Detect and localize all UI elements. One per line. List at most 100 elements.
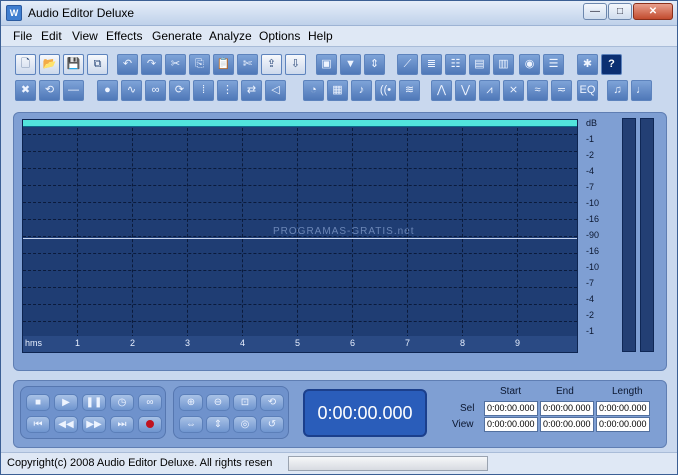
marker-button[interactable]: ⇕ — [364, 54, 385, 75]
settings-button[interactable]: ✱ — [577, 54, 598, 75]
time-display: 0:00:00.000 — [303, 389, 427, 437]
import-button[interactable]: ⇩ — [285, 54, 306, 75]
silence-button[interactable]: — — [63, 80, 84, 101]
speakers-button[interactable]: ♪ — [351, 80, 372, 101]
equalizer-button[interactable]: ≣ — [421, 54, 442, 75]
menu-edit[interactable]: Edit — [41, 29, 62, 43]
join-button[interactable]: ⋮ — [217, 80, 238, 101]
eq-button[interactable]: EQ — [577, 80, 598, 101]
redo-button[interactable]: ↷ — [141, 54, 162, 75]
fade-in-button[interactable]: ⋀ — [431, 80, 452, 101]
title-bar[interactable]: W Audio Editor Deluxe — □ ✕ — [1, 1, 677, 26]
stretch-button[interactable]: ≈ — [527, 80, 548, 101]
crop-button[interactable]: ▣ — [316, 54, 337, 75]
frame-button[interactable]: ▦ — [327, 80, 348, 101]
paste-button[interactable]: 📋 — [213, 54, 234, 75]
pitch-down-button[interactable]: ♩ — [631, 80, 652, 101]
zoom-horizontal-button[interactable]: ⇔ — [179, 416, 203, 433]
down-arrow-button[interactable]: ▼ — [340, 54, 361, 75]
db-tick-label: -1 — [586, 326, 595, 336]
zoom-full-button[interactable]: ⟲ — [260, 394, 284, 411]
db-tick-label: -4 — [586, 294, 595, 304]
go-start-button[interactable]: ⏮ — [26, 416, 50, 433]
echo-button[interactable]: ((• — [375, 80, 396, 101]
spectrum-button[interactable]: ▥ — [493, 54, 514, 75]
stop-button[interactable]: ■ — [26, 394, 50, 411]
help-button[interactable]: ? — [601, 54, 622, 75]
zoom-fit-button[interactable]: ◎ — [233, 416, 257, 433]
cd-button[interactable]: ◉ — [519, 54, 540, 75]
selection-time-field[interactable]: 0:00:00.000 — [540, 417, 594, 432]
copy-button[interactable]: ⎘ — [189, 54, 210, 75]
db-tick-label: -10 — [586, 198, 600, 208]
zoom-vertical-button[interactable]: ⇕ — [206, 416, 230, 433]
chorus-button[interactable]: ≋ — [399, 80, 420, 101]
selection-time-field[interactable]: 0:00:00.000 — [484, 401, 538, 416]
selection-time-field[interactable]: 0:00:00.000 — [596, 417, 650, 432]
minimize-button[interactable]: — — [583, 3, 607, 20]
cut-button[interactable]: ✂ — [165, 54, 186, 75]
zoom-in-button[interactable]: ⊕ — [179, 394, 203, 411]
shuffle-button[interactable]: ⇄ — [241, 80, 262, 101]
menu-file[interactable]: File — [13, 29, 32, 43]
status-progress-field — [288, 456, 488, 471]
db-tick-label: -90 — [586, 230, 600, 240]
open-folder-button[interactable]: 📂 — [39, 54, 60, 75]
time-tick-label: 1 — [75, 338, 81, 348]
time-ruler[interactable]: hms 1 2 3 4 5 6 7 8 9 — [23, 336, 577, 352]
zoom-out-button[interactable]: ⊖ — [206, 394, 230, 411]
timer-button[interactable]: ◔ — [303, 80, 324, 101]
rewind-button[interactable]: ◀◀ — [54, 416, 78, 433]
export-button[interactable]: ⇪ — [261, 54, 282, 75]
menu-help[interactable]: Help — [308, 29, 333, 43]
note-button[interactable]: ♫ — [607, 80, 628, 101]
selection-time-field[interactable]: 0:00:00.000 — [540, 401, 594, 416]
mixer-button[interactable]: ☷ — [445, 54, 466, 75]
maximize-button[interactable]: □ — [608, 3, 632, 20]
normalize-button[interactable]: ≂ — [551, 80, 572, 101]
zoom-reset-button[interactable]: ↺ — [260, 416, 284, 433]
fade-out-icon: ⋁ — [460, 84, 471, 96]
scissors-button[interactable]: ✄ — [237, 54, 258, 75]
undo-selection-button[interactable]: ⟲ — [39, 80, 60, 101]
loop-play-button[interactable]: ∞ — [138, 394, 162, 411]
waveform-button[interactable]: ∿ — [121, 80, 142, 101]
fade-out-button[interactable]: ⋁ — [455, 80, 476, 101]
loop-button[interactable]: ∞ — [145, 80, 166, 101]
go-end-icon: ⏭ — [117, 419, 127, 430]
select-point-button[interactable]: ● — [97, 80, 118, 101]
menu-analyze[interactable]: Analyze — [209, 29, 252, 43]
zoom-horizontal-icon: ⇔ — [186, 419, 196, 430]
loop-icon: ∞ — [151, 84, 160, 96]
line-button[interactable]: ⟋ — [397, 54, 418, 75]
menu-generate[interactable]: Generate — [152, 29, 202, 43]
filter-button[interactable]: ▤ — [469, 54, 490, 75]
record-device-button[interactable]: ☰ — [543, 54, 564, 75]
reverse-button[interactable]: ⨯ — [503, 80, 524, 101]
split-button[interactable]: ⁞ — [193, 80, 214, 101]
save-button[interactable]: 💾 — [63, 54, 84, 75]
play-selection-button[interactable]: ◷ — [110, 394, 134, 411]
fast-forward-button[interactable]: ▶▶ — [82, 416, 106, 433]
zoom-selection-button[interactable]: ⊡ — [233, 394, 257, 411]
play-button[interactable]: ▶ — [54, 394, 78, 411]
overview-bar[interactable] — [23, 120, 577, 127]
speaker-button[interactable]: ◁ — [265, 80, 286, 101]
grid-vline — [352, 128, 353, 338]
undo-button[interactable]: ↶ — [117, 54, 138, 75]
new-file-button[interactable]: 🗋 — [15, 54, 36, 75]
waveform-display[interactable]: PROGRAMAS-GRATIS.net hms 1 2 3 4 5 6 7 8 9 — [22, 119, 578, 353]
close-button[interactable]: ✕ — [633, 3, 673, 20]
menu-options[interactable]: Options — [259, 29, 300, 43]
go-end-button[interactable]: ⏭ — [110, 416, 134, 433]
pause-button[interactable]: ❚❚ — [82, 394, 106, 411]
delete-button[interactable]: ✖ — [15, 80, 36, 101]
repeat-button[interactable]: ⟳ — [169, 80, 190, 101]
save-all-button[interactable]: ⧉ — [87, 54, 108, 75]
envelope-button[interactable]: ⩘ — [479, 80, 500, 101]
record-button[interactable] — [138, 416, 162, 433]
selection-time-field[interactable]: 0:00:00.000 — [484, 417, 538, 432]
menu-view[interactable]: View — [72, 29, 98, 43]
menu-effects[interactable]: Effects — [106, 29, 142, 43]
selection-time-field[interactable]: 0:00:00.000 — [596, 401, 650, 416]
